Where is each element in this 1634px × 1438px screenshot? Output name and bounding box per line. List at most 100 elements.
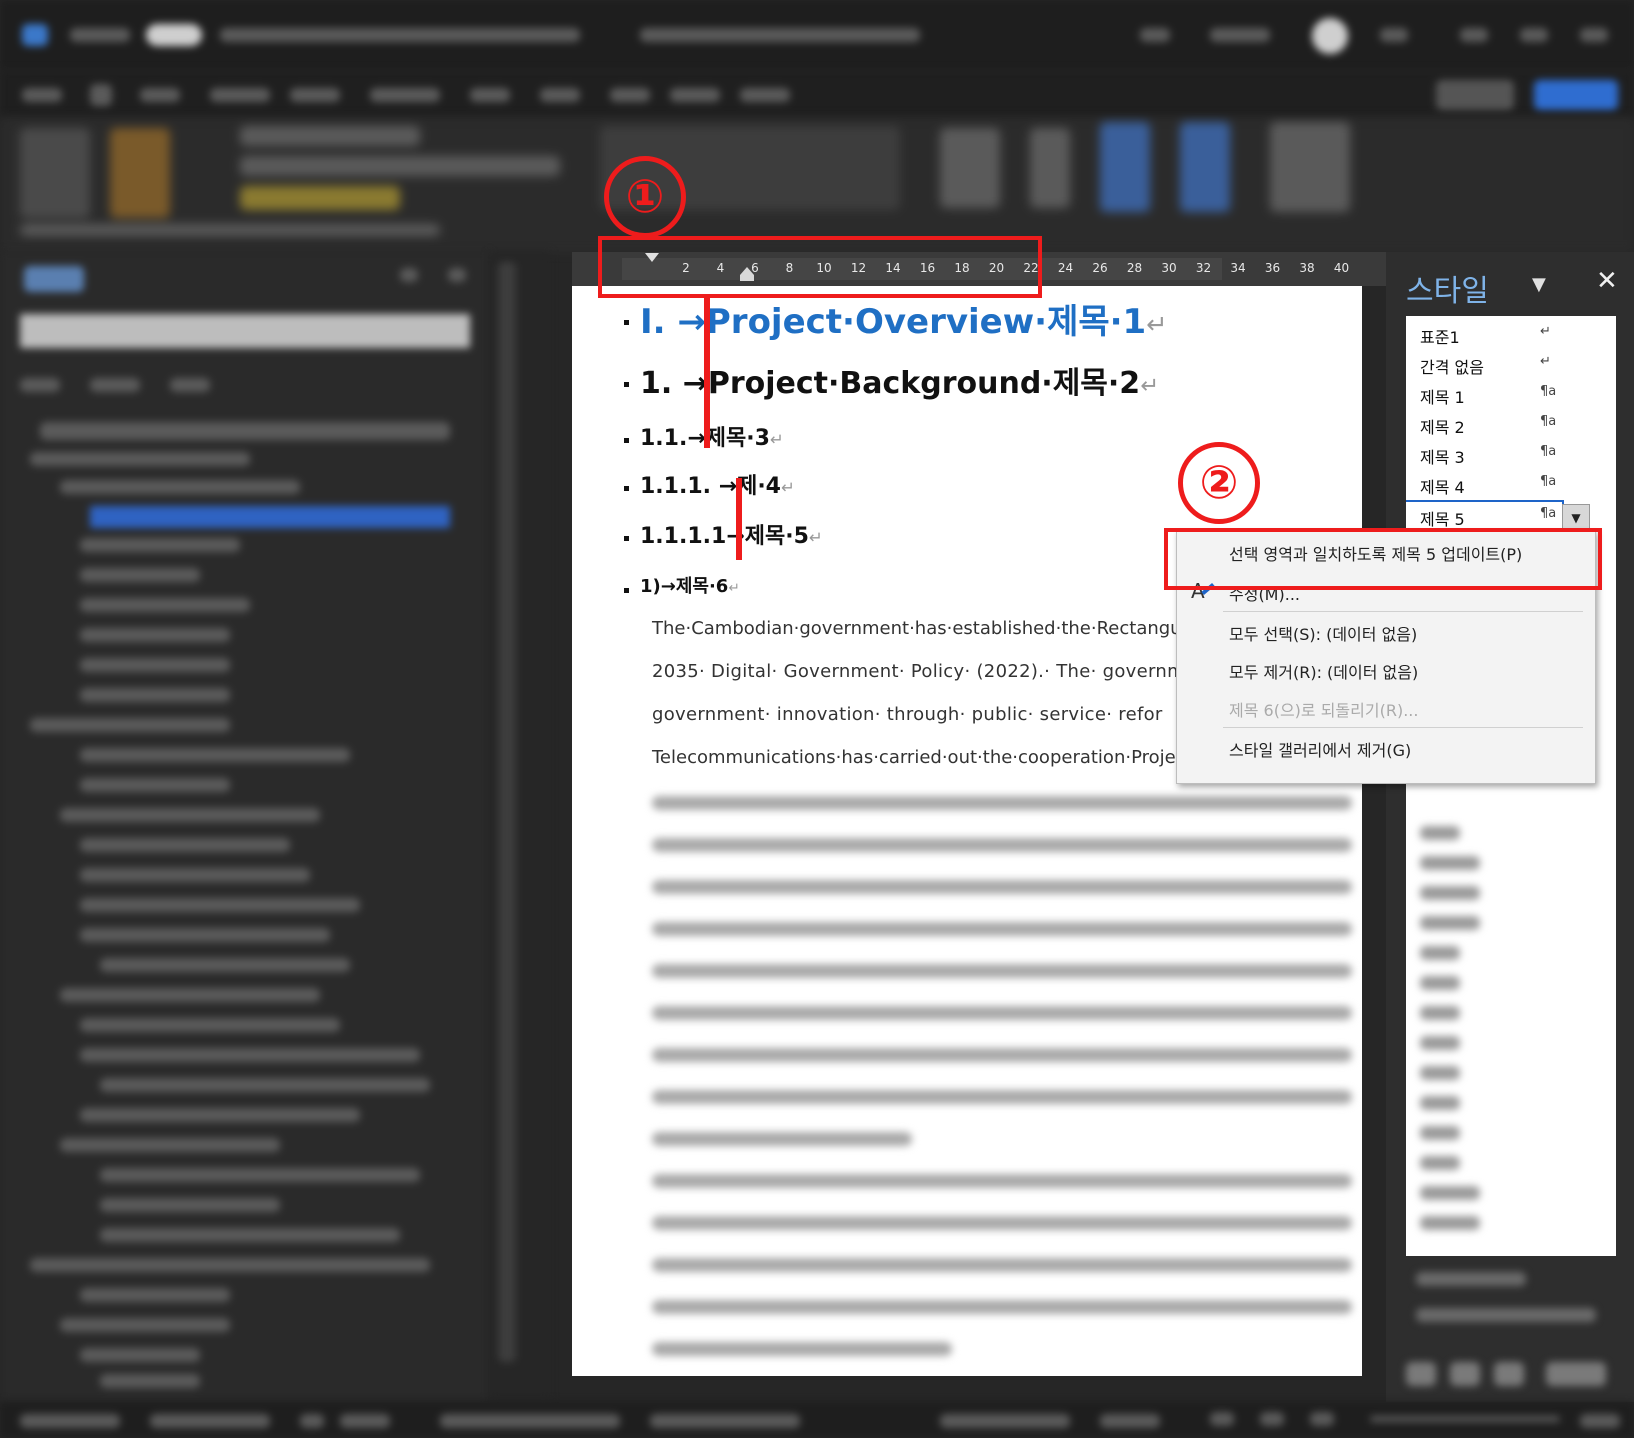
- body-text-line[interactable]: The·Cambodian·government·has·established…: [652, 618, 1182, 639]
- restore-icon[interactable]: [1520, 28, 1548, 42]
- menu-item-select-all[interactable]: 모두 선택(S): (데이터 없음): [1229, 621, 1417, 645]
- nav-heading-item[interactable]: [80, 568, 200, 582]
- tab-file[interactable]: [22, 88, 62, 102]
- tab-home[interactable]: [90, 84, 112, 106]
- nav-heading-item[interactable]: [100, 1078, 430, 1092]
- nav-heading-item[interactable]: [60, 988, 320, 1002]
- tab-help[interactable]: [740, 88, 790, 102]
- nav-heading-item[interactable]: [80, 748, 350, 762]
- clipboard-group[interactable]: [20, 128, 90, 218]
- zoom-level[interactable]: [1580, 1414, 1620, 1428]
- nav-scroll[interactable]: [40, 422, 450, 440]
- nav-options-icon[interactable]: [400, 268, 418, 282]
- tab-view[interactable]: [670, 88, 720, 102]
- nav-heading-item[interactable]: [80, 838, 290, 852]
- nav-heading-item[interactable]: [60, 1318, 230, 1332]
- body-text-line[interactable]: government· innovation· through· public·…: [652, 704, 1163, 725]
- chevron-down-icon[interactable]: ▼: [1532, 274, 1546, 295]
- status-display-settings[interactable]: [940, 1414, 1070, 1428]
- style-item-heading-5[interactable]: 제목 5 ¶a: [1406, 500, 1564, 532]
- nav-heading-item[interactable]: [100, 958, 350, 972]
- nav-heading-item[interactable]: [30, 452, 250, 466]
- nav-tab-results[interactable]: [170, 378, 210, 392]
- comments-button[interactable]: [1436, 80, 1514, 110]
- tab-mailings[interactable]: [540, 88, 580, 102]
- editing-group[interactable]: [1030, 128, 1070, 208]
- avatar[interactable]: [1312, 18, 1348, 54]
- body-text-line[interactable]: 2035· Digital· Government· Policy· (2022…: [652, 661, 1196, 682]
- heading-1[interactable]: I. →Project·Overview·제목·1↵: [640, 294, 1168, 343]
- heading-5[interactable]: 1.1.1.1→제목·5↵: [640, 518, 823, 550]
- status-language[interactable]: [340, 1414, 390, 1428]
- proofing-icon[interactable]: [300, 1414, 324, 1428]
- nav-heading-item[interactable]: [100, 1374, 200, 1388]
- nav-heading-item[interactable]: [80, 1108, 360, 1122]
- nav-heading-item[interactable]: [60, 1138, 280, 1152]
- styles-gallery[interactable]: [940, 128, 1000, 208]
- nav-heading-item[interactable]: [80, 1048, 420, 1062]
- search-icon[interactable]: [1140, 28, 1170, 42]
- font-name-select[interactable]: [240, 126, 420, 146]
- heading-4[interactable]: 1.1.1. →제·4↵: [640, 468, 795, 500]
- pen-icon[interactable]: [1380, 28, 1408, 42]
- nav-heading-item[interactable]: [30, 718, 230, 732]
- nav-tab-pages[interactable]: [90, 378, 140, 392]
- style-item-heading-1[interactable]: 제목 1 ¶a: [1406, 380, 1616, 408]
- tab-draw[interactable]: [210, 88, 270, 102]
- nav-heading-item[interactable]: [80, 1348, 200, 1362]
- style-item-heading-4[interactable]: 제목 4 ¶a: [1406, 470, 1616, 498]
- style-item-no-spacing[interactable]: 간격 없음 ↵: [1406, 350, 1616, 378]
- nav-heading-item[interactable]: [80, 538, 240, 552]
- share-button[interactable]: [1534, 80, 1618, 110]
- heading-2[interactable]: 1. →Project·Background·제목·2↵: [640, 358, 1159, 402]
- close-window-icon[interactable]: [1580, 28, 1608, 42]
- zoom-slider[interactable]: [1370, 1416, 1560, 1422]
- read-mode-icon[interactable]: [1210, 1412, 1234, 1426]
- highlight-color-row[interactable]: [240, 186, 400, 210]
- web-layout-icon[interactable]: [1310, 1412, 1334, 1426]
- style-item-heading-2[interactable]: 제목 2 ¶a: [1406, 410, 1616, 438]
- nav-heading-item[interactable]: [80, 688, 230, 702]
- nav-heading-item[interactable]: [80, 868, 310, 882]
- style-item-standard1[interactable]: 표준1 ↵: [1406, 320, 1616, 348]
- status-text-predictions[interactable]: [440, 1414, 620, 1428]
- quick-access-toolbar[interactable]: [220, 28, 580, 42]
- nav-heading-item[interactable]: [80, 1288, 230, 1302]
- editor-icon[interactable]: [1180, 122, 1230, 212]
- nav-tab-headings[interactable]: [20, 378, 60, 392]
- nav-selected-heading[interactable]: [90, 506, 450, 528]
- nav-heading-item[interactable]: [80, 778, 230, 792]
- tab-layout[interactable]: [370, 88, 440, 102]
- nav-heading-item[interactable]: [80, 598, 250, 612]
- nav-heading-item[interactable]: [100, 1228, 400, 1242]
- nav-search-input[interactable]: [20, 314, 470, 348]
- nav-heading-item[interactable]: [30, 1258, 430, 1272]
- heading-6[interactable]: 1)→제목·6↵: [640, 572, 740, 598]
- menu-item-remove-from-gallery[interactable]: 스타일 갤러리에서 제거(G): [1229, 737, 1411, 761]
- status-accessibility[interactable]: [650, 1414, 800, 1428]
- minimize-icon[interactable]: [1460, 28, 1488, 42]
- nav-heading-item[interactable]: [80, 658, 230, 672]
- nav-heading-item[interactable]: [80, 1018, 340, 1032]
- addins-icon[interactable]: [1270, 122, 1350, 212]
- format-painter-icon[interactable]: [110, 128, 170, 218]
- nav-heading-item[interactable]: [80, 928, 330, 942]
- nav-heading-item[interactable]: [60, 480, 300, 494]
- dictate-icon[interactable]: [1100, 122, 1150, 212]
- nav-close-icon[interactable]: [448, 268, 466, 282]
- close-icon[interactable]: ✕: [1596, 266, 1618, 296]
- style-item-heading-3[interactable]: 제목 3 ¶a: [1406, 440, 1616, 468]
- nav-heading-item[interactable]: [100, 1168, 420, 1182]
- tab-design[interactable]: [290, 88, 340, 102]
- tab-insert[interactable]: [140, 88, 180, 102]
- nav-heading-item[interactable]: [80, 898, 360, 912]
- tab-references[interactable]: [470, 88, 510, 102]
- heading-3[interactable]: 1.1.→제목·3↵: [640, 420, 784, 452]
- nav-heading-item[interactable]: [60, 808, 320, 822]
- menu-item-remove-all[interactable]: 모두 제거(R): (데이터 없음): [1229, 659, 1418, 683]
- nav-heading-item[interactable]: [80, 628, 230, 642]
- tab-review[interactable]: [610, 88, 650, 102]
- autosave-toggle[interactable]: [146, 24, 202, 46]
- nav-heading-item[interactable]: [100, 1198, 280, 1212]
- font-format-row[interactable]: [240, 156, 560, 176]
